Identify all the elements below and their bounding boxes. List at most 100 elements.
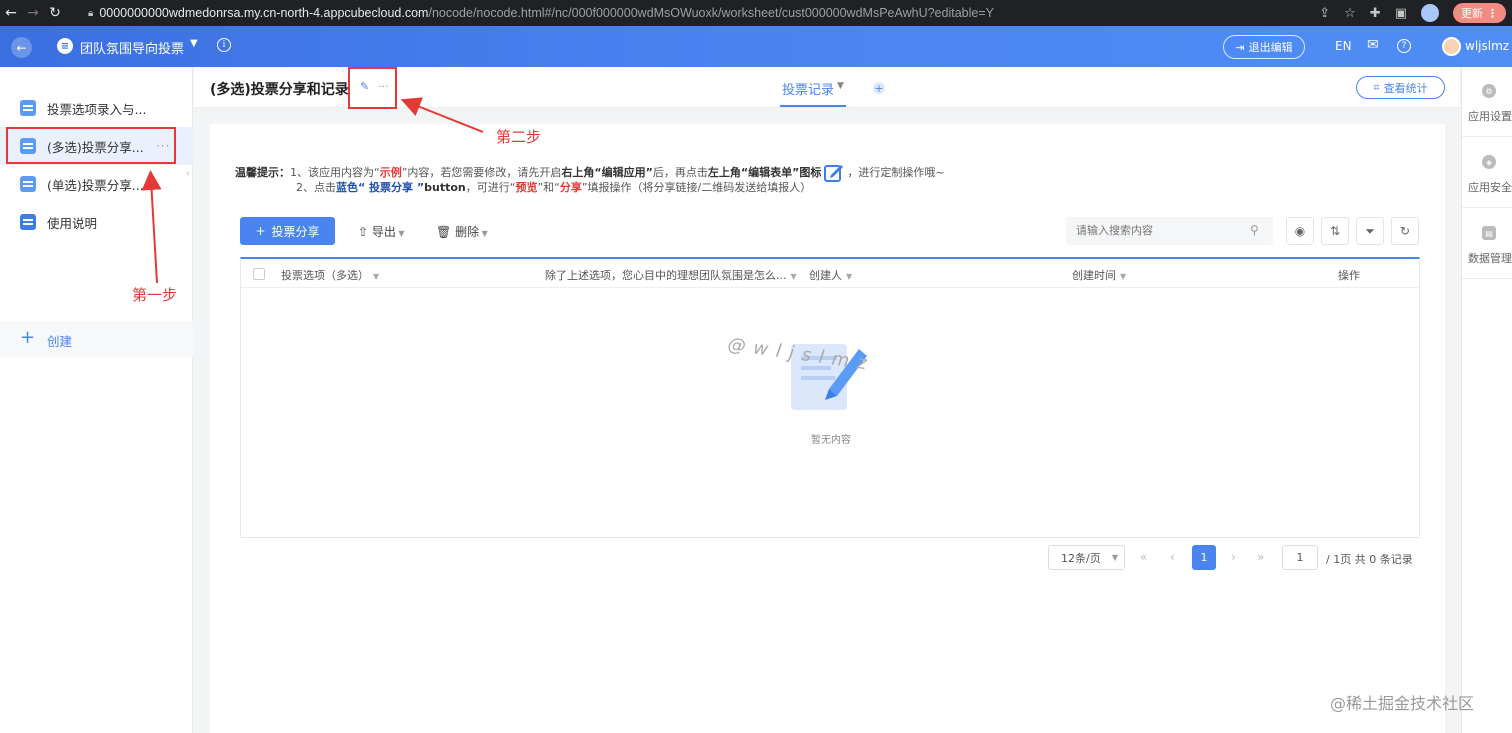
refresh-icon[interactable]: ↻ xyxy=(1391,217,1419,245)
tip-bold: 左上角“编辑表单”图标 xyxy=(707,166,822,179)
exit-edit-label: 退出编辑 xyxy=(1248,41,1293,54)
sort-caret-icon: ▼ xyxy=(373,272,380,281)
rail-app-security[interactable]: ◈ 应用安全 xyxy=(1462,138,1512,208)
caret-down-icon: ▼ xyxy=(479,229,488,238)
tip-highlight: 分享 xyxy=(559,181,582,194)
exit-edit-button[interactable]: ⇥ 退出编辑 xyxy=(1223,35,1305,59)
column-header[interactable]: 创建人 ▼ xyxy=(809,267,852,283)
plus-icon: + xyxy=(255,224,266,238)
info-icon[interactable]: i xyxy=(217,38,231,52)
column-header: 操作 xyxy=(1338,269,1360,282)
language-switch[interactable]: EN xyxy=(1335,39,1352,53)
sort-caret-icon: ▼ xyxy=(790,272,797,281)
avatar[interactable] xyxy=(1442,37,1461,56)
share-icon[interactable]: ⇪ xyxy=(1319,6,1330,21)
tip-blue: 蓝色“ 投票分享 ” xyxy=(336,181,425,194)
database-icon: ▤ xyxy=(1482,226,1496,240)
column-label: 投票选项（多选） xyxy=(281,269,369,282)
address-bar[interactable]: 0000000000wdmedonrsa.my.cn-north-4.appcu… xyxy=(99,6,994,20)
forward-arrow-icon[interactable]: → xyxy=(22,5,44,21)
tip-highlight: 示例 xyxy=(379,166,402,179)
chart-icon: ⌗ xyxy=(1373,80,1380,94)
extensions-icon[interactable]: ✚ xyxy=(1370,6,1381,21)
vote-share-button[interactable]: + 投票分享 xyxy=(240,217,335,245)
page-jump-input[interactable]: 1 xyxy=(1282,545,1318,570)
search-input[interactable] xyxy=(1066,217,1273,245)
menu-dots-icon: ⋮ xyxy=(1487,6,1498,20)
pagination: 12条/页 ▼ « ‹ 1 › » 1 / 1页 共 0 条记录 xyxy=(210,545,1445,571)
tip-highlight: 预览 xyxy=(515,181,538,194)
search-icon[interactable]: ⚲ xyxy=(1250,223,1259,237)
current-page[interactable]: 1 xyxy=(1192,545,1216,570)
sort-caret-icon: ▼ xyxy=(846,272,853,281)
add-tab-icon[interactable]: + xyxy=(873,82,885,95)
caret-down-icon[interactable]: ▼ xyxy=(190,38,198,49)
help-icon[interactable]: ? xyxy=(1397,39,1411,53)
app-logo-icon: ≡ xyxy=(57,38,73,54)
rail-data-management[interactable]: ▤ 数据管理 xyxy=(1462,209,1512,279)
profile-avatar[interactable] xyxy=(1421,4,1439,22)
records-table: 投票选项（多选） ▼ 除了上述选项，您心目中的理想团队氛围是怎么... ▼ 创建人 ▼… xyxy=(240,257,1420,538)
annotation-step1: 第一步 xyxy=(132,286,178,304)
back-button[interactable]: ← xyxy=(11,37,32,58)
vote-share-label: 投票分享 xyxy=(271,224,320,239)
last-page-icon[interactable]: » xyxy=(1257,550,1264,564)
export-button[interactable]: ⇧ 导出 ▼ xyxy=(358,223,405,240)
delete-label: 删除 xyxy=(455,225,480,239)
create-button[interactable]: + 创建 xyxy=(0,321,193,357)
view-stats-button[interactable]: ⌗ 查看统计 xyxy=(1356,76,1445,99)
rail-label: 应用设置 xyxy=(1468,110,1512,123)
caret-down-icon[interactable]: ▼ xyxy=(837,81,844,91)
upload-icon: ⇧ xyxy=(358,225,372,239)
page-size-select[interactable]: 12条/页 ▼ xyxy=(1048,545,1125,570)
stats-label: 查看统计 xyxy=(1383,81,1428,95)
tip-text: ”填报操作（将分享链接/二维码发送给填报人） xyxy=(581,181,812,194)
app-name[interactable]: 团队氛围导向投票 xyxy=(80,38,184,57)
select-all-checkbox[interactable] xyxy=(253,268,265,280)
arrow-left-icon: ← xyxy=(16,40,27,55)
main-panel: 温馨提示：1、该应用内容为“示例”内容，若您需要修改，请先开启右上角“编辑应用”… xyxy=(210,124,1445,733)
sidebar-item-label: (单选)投票分享... xyxy=(47,177,144,193)
column-header[interactable]: 投票选项（多选） ▼ xyxy=(281,267,379,283)
first-page-icon[interactable]: « xyxy=(1140,550,1147,564)
back-arrow-icon[interactable]: ← xyxy=(0,5,22,21)
sidepanel-icon[interactable]: ▣ xyxy=(1395,6,1407,21)
shield-icon: ◈ xyxy=(1482,155,1496,169)
mail-icon[interactable]: ✉ xyxy=(1367,37,1379,53)
filter-icon[interactable]: ⏷ xyxy=(1356,217,1384,245)
next-page-icon[interactable]: › xyxy=(1231,550,1236,564)
username[interactable]: wljslmz xyxy=(1465,39,1509,53)
gear-icon: ⚙ xyxy=(1482,84,1496,98)
exit-icon: ⇥ xyxy=(1235,40,1245,54)
table-header: 投票选项（多选） ▼ 除了上述选项，您心目中的理想团队氛围是怎么... ▼ 创建人 ▼… xyxy=(241,259,1419,288)
column-header[interactable]: 除了上述选项，您心目中的理想团队氛围是怎么... ▼ xyxy=(545,267,797,283)
annotation-step2: 第二步 xyxy=(496,128,542,146)
browser-toolbar: ← → ↻ 🔒︎ 0000000000wdmedonrsa.my.cn-nort… xyxy=(0,0,1512,26)
column-header[interactable]: 创建时间 ▼ xyxy=(1072,267,1126,283)
sidebar-item-vote-entry[interactable]: 投票选项录入与... xyxy=(0,89,193,127)
trash-icon: 🗑︎ xyxy=(436,225,456,239)
update-button[interactable]: 更新 ⋮ xyxy=(1453,3,1506,23)
page-title: (多选)投票分享和记录 xyxy=(210,82,349,98)
prev-page-icon[interactable]: ‹ xyxy=(1170,550,1175,564)
app-header: ← ≡ 团队氛围导向投票 ▼ i ⇥ 退出编辑 EN ✉ ? wljslmz xyxy=(0,26,1512,67)
tip-bold: 右上角“编辑应用” xyxy=(561,166,653,179)
delete-button[interactable]: 🗑︎ 删除 ▼ xyxy=(436,223,488,240)
url-host: 0000000000wdmedonrsa.my.cn-north-4.appcu… xyxy=(99,6,429,20)
sidebar-item-label: 投票选项录入与... xyxy=(47,101,147,117)
star-icon[interactable]: ☆ xyxy=(1344,6,1356,21)
collapse-chevron-icon[interactable]: ‹ xyxy=(186,169,196,183)
hide-columns-icon[interactable]: ◉ xyxy=(1286,217,1314,245)
right-rail: ⚙ 应用设置 ◈ 应用安全 ▤ 数据管理 xyxy=(1461,67,1512,733)
sidebar-item-single-vote[interactable]: (单选)投票分享... xyxy=(0,165,193,203)
tip-text: ，进行定制操作哦~ xyxy=(847,166,945,179)
export-label: 导出 xyxy=(371,225,396,239)
sort-caret-icon: ▼ xyxy=(1120,272,1127,281)
tip-text: ”和“ xyxy=(537,181,560,194)
sort-icon[interactable]: ⇅ xyxy=(1321,217,1349,245)
reload-icon[interactable]: ↻ xyxy=(44,5,66,21)
rail-app-settings[interactable]: ⚙ 应用设置 xyxy=(1462,67,1512,137)
tab-vote-records[interactable]: 投票记录 xyxy=(782,79,834,98)
sidebar-item-instructions[interactable]: 使用说明 xyxy=(0,203,193,241)
annotation-box-step1 xyxy=(6,127,176,164)
